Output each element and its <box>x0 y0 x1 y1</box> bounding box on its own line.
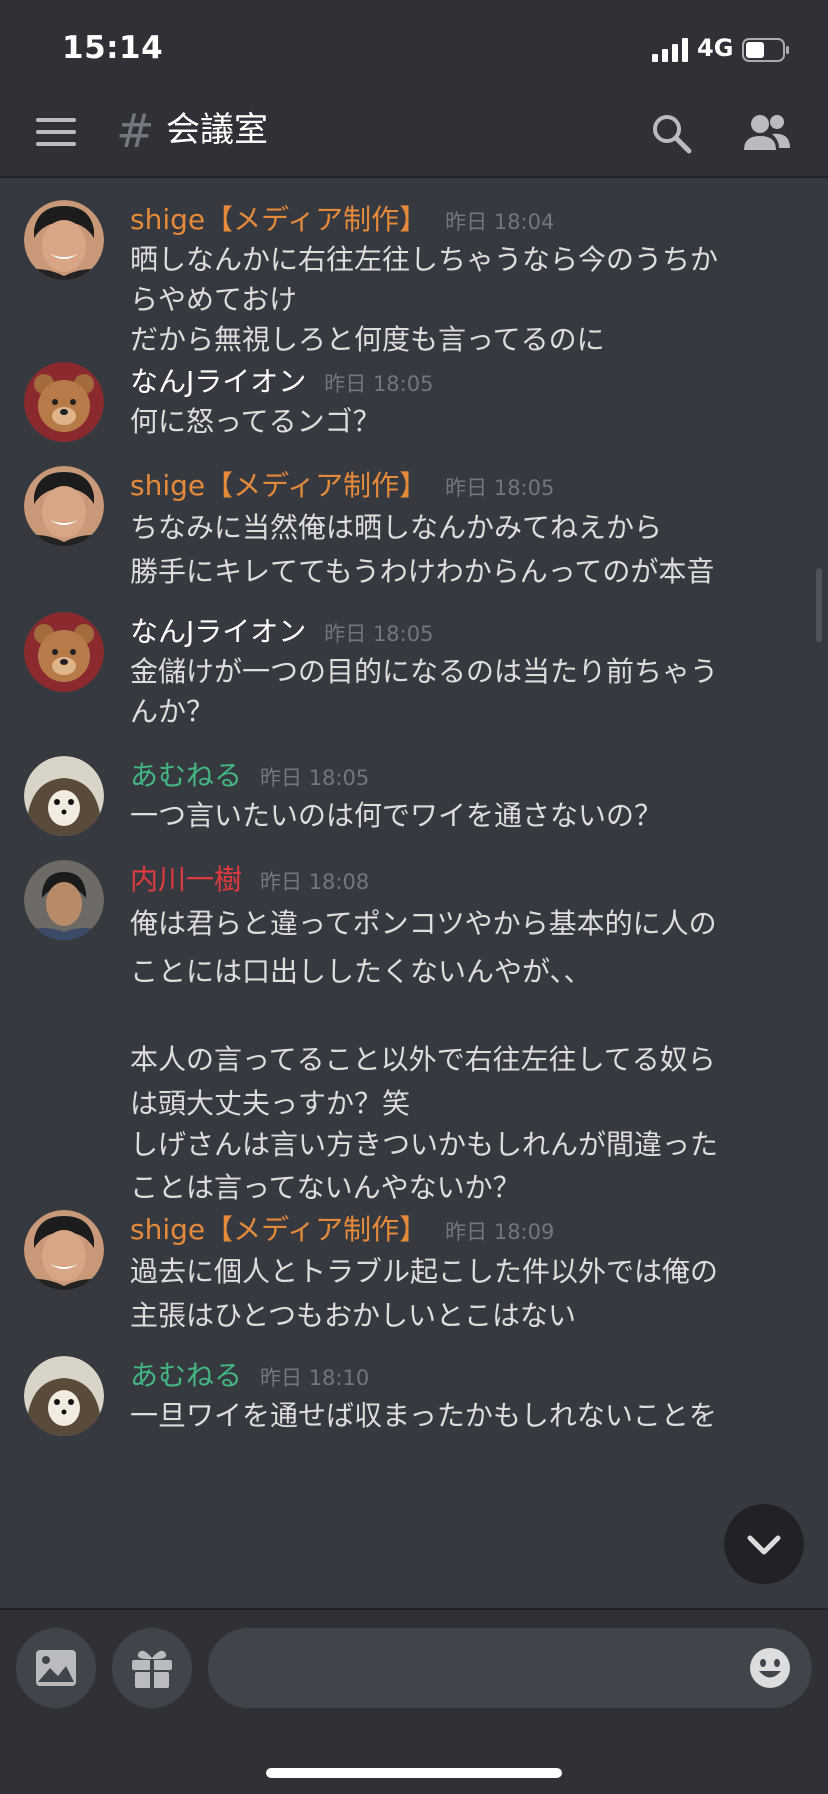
signal-strength-icon <box>652 38 688 62</box>
message-body: 俺は君らと違ってポンコツやから基本的に人の ことには口出ししたくないんやが、、 … <box>130 900 808 1210</box>
message-body: 何に怒ってるンゴ？ <box>130 402 808 442</box>
message-timestamp: 昨日 18:08 <box>260 870 370 894</box>
person-avatar[interactable] <box>24 860 104 940</box>
scrollbar[interactable] <box>816 568 822 642</box>
man-avatar[interactable] <box>24 200 104 280</box>
message-line: んか？ <box>130 695 215 728</box>
status-time: 15:14 <box>62 30 164 66</box>
network-label: 4G <box>697 34 734 62</box>
message-body: 一旦ワイを通せば収まったかもしれないことを <box>130 1396 808 1436</box>
author-name[interactable]: shige【メディア制作】 <box>130 1213 427 1246</box>
message: なんJライオン 昨日 18:05 何に怒ってるンゴ？ <box>0 340 828 444</box>
message-body: 金儲けが一つの目的になるのは当たり前ちゃう んか？ <box>130 652 808 732</box>
message-input-container <box>208 1628 812 1710</box>
message-body: ちなみに当然俺は晒しなんかみてねえから 勝手にキレててもうわけわからんってのが本… <box>130 506 808 594</box>
author-name[interactable]: shige【メディア制作】 <box>130 469 427 502</box>
channel-header: # 会議室 <box>0 92 828 178</box>
message: なんJライオン 昨日 18:05 金儲けが一つの目的になるのは当たり前ちゃう んか… <box>0 590 828 734</box>
hedgehog-avatar[interactable] <box>24 1356 104 1436</box>
hedgehog-avatar[interactable] <box>24 756 104 836</box>
message-line: 晒しなんかに右往左往しちゃうなら今のうちか <box>130 243 719 276</box>
message: shige【メディア制作】 昨日 18:05 ちなみに当然俺は晒しなんかみてねえか… <box>0 444 828 590</box>
message-line: 主張はひとつもおかしいとこはない <box>130 1299 577 1332</box>
status-bar: 15:14 4G <box>0 0 828 92</box>
man-avatar[interactable] <box>24 1210 104 1290</box>
image-icon <box>36 1650 76 1686</box>
man-avatar[interactable] <box>24 466 104 546</box>
author-name[interactable]: shige【メディア制作】 <box>130 203 427 236</box>
channel-name: 会議室 <box>166 110 268 150</box>
message: あむねる 昨日 18:05 一つ言いたいのは何でワイを通さないの？ <box>0 734 828 838</box>
message-line: しげさんは言い方きついかもしれんが間違った <box>130 1128 719 1161</box>
message: shige【メディア制作】 昨日 18:09 過去に個人とトラブル起こした件以外で… <box>0 1188 828 1334</box>
message-timestamp: 昨日 18:05 <box>324 622 434 646</box>
message-line: 俺は君らと違ってポンコツやから基本的に人の <box>130 907 717 940</box>
author-name[interactable]: あむねる <box>130 1359 242 1392</box>
message-list[interactable]: shige【メディア制作】 昨日 18:04 晒しなんかに右往左往しちゃうなら今の… <box>0 178 828 1608</box>
bear-avatar[interactable] <box>24 362 104 442</box>
message-timestamp: 昨日 18:04 <box>445 210 555 234</box>
message-line: 過去に個人とトラブル起こした件以外では俺の <box>130 1255 719 1288</box>
jump-to-bottom-button[interactable] <box>724 1504 804 1584</box>
members-icon[interactable] <box>742 110 792 156</box>
message-timestamp: 昨日 18:09 <box>445 1220 555 1244</box>
message-input[interactable] <box>236 1628 720 1710</box>
message: あむねる 昨日 18:10 一旦ワイを通せば収まったかもしれないことを <box>0 1334 828 1444</box>
author-name[interactable]: なんJライオン <box>130 615 306 648</box>
message-line: は頭大丈夫っすか？笑 <box>130 1087 411 1120</box>
chevron-down-icon <box>747 1535 781 1555</box>
author-name[interactable]: あむねる <box>130 759 242 792</box>
message-timestamp: 昨日 18:05 <box>324 372 434 396</box>
battery-icon <box>742 38 789 62</box>
menu-icon[interactable] <box>36 118 76 150</box>
message: shige【メディア制作】 昨日 18:04 晒しなんかに右往左往しちゃうなら今の… <box>0 178 828 356</box>
gift-icon <box>132 1650 172 1688</box>
author-name[interactable]: なんJライオン <box>130 365 306 398</box>
bear-avatar[interactable] <box>24 612 104 692</box>
message-line: 勝手にキレててもうわけわからんってのが本音 <box>130 555 715 588</box>
attach-image-button[interactable] <box>16 1628 96 1708</box>
message-line: 本人の言ってること以外で右往左往してる奴ら <box>130 1043 716 1076</box>
message-line: 金儲けが一つの目的になるのは当たり前ちゃう <box>130 655 719 688</box>
message-timestamp: 昨日 18:05 <box>445 476 555 500</box>
message-line: 一旦ワイを通せば収まったかもしれないことを <box>130 1399 717 1432</box>
author-name[interactable]: 内川一樹 <box>130 863 242 896</box>
message-body: 一つ言いたいのは何でワイを通さないの？ <box>130 796 808 836</box>
emoji-icon[interactable] <box>748 1646 792 1690</box>
hash-icon: # <box>116 104 155 158</box>
home-indicator <box>266 1768 562 1778</box>
message-line: 一つ言いたいのは何でワイを通さないの？ <box>130 799 663 832</box>
message-line <box>130 996 808 1036</box>
message-timestamp: 昨日 18:10 <box>260 1366 370 1390</box>
message-line: らやめておけ <box>130 283 298 316</box>
message-body: 過去に個人とトラブル起こした件以外では俺の 主張はひとつもおかしいとこはない <box>130 1250 808 1338</box>
message-line: ちなみに当然俺は晒しなんかみてねえから <box>130 511 663 544</box>
message-line: 何に怒ってるンゴ？ <box>130 405 381 438</box>
message-composer <box>0 1608 828 1794</box>
message: 内川一樹 昨日 18:08 俺は君らと違ってポンコツやから基本的に人の ことには口… <box>0 838 828 1204</box>
message-line: ことには口出ししたくないんやが、、 <box>130 955 592 988</box>
message-timestamp: 昨日 18:05 <box>260 766 370 790</box>
search-icon[interactable] <box>650 112 694 156</box>
gift-button[interactable] <box>112 1628 192 1708</box>
